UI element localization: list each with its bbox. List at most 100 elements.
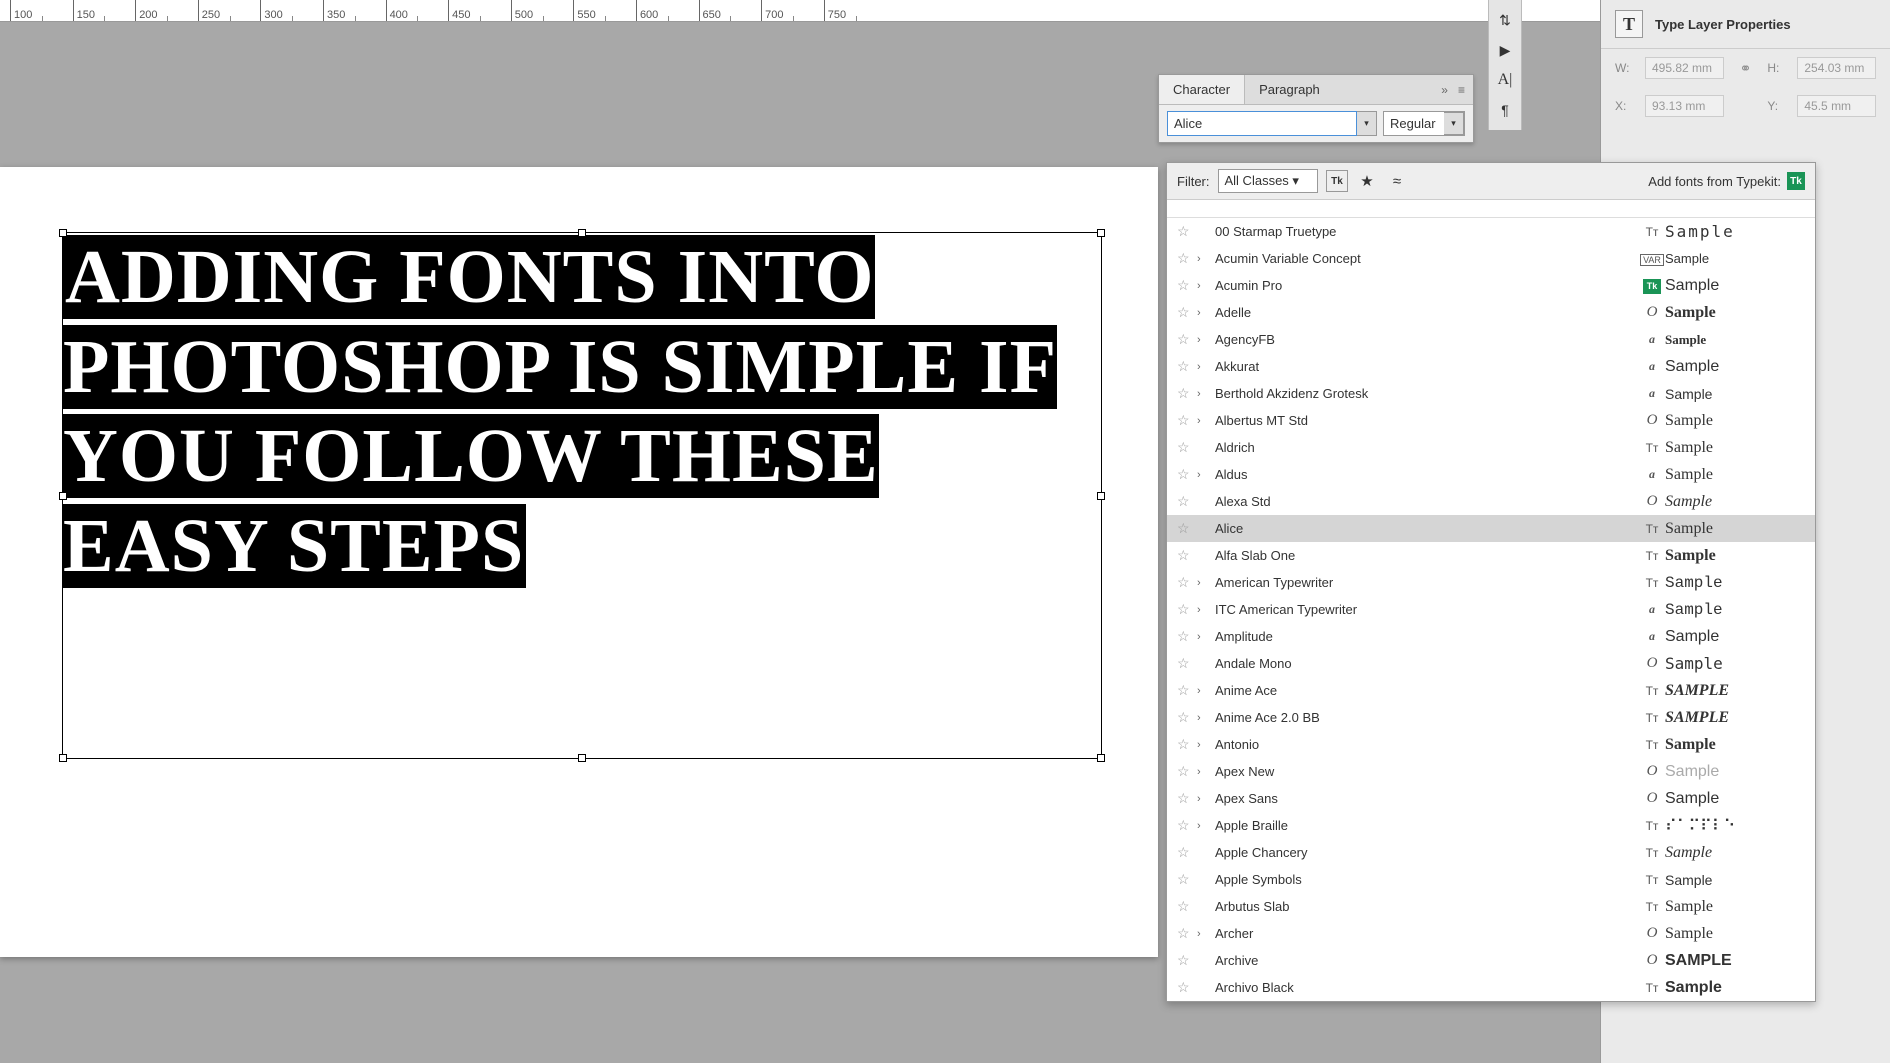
expand-chevron-icon[interactable]: ›: [1197, 469, 1211, 481]
expand-chevron-icon[interactable]: ›: [1197, 712, 1211, 724]
expand-chevron-icon[interactable]: ›: [1197, 793, 1211, 805]
favorite-star-icon[interactable]: ☆: [1177, 250, 1197, 267]
font-list-item[interactable]: ☆›AliceTᴛSample: [1167, 515, 1815, 542]
font-list-item[interactable]: ☆›00 Starmap TruetypeTᴛSample: [1167, 218, 1815, 245]
favorite-star-icon[interactable]: ☆: [1177, 304, 1197, 321]
expand-chevron-icon[interactable]: ›: [1197, 928, 1211, 940]
favorite-star-icon[interactable]: ☆: [1177, 898, 1197, 915]
text-content[interactable]: ADDING FONTS INTO PHOTOSHOP IS SIMPLE IF…: [63, 233, 1101, 592]
style-dropdown-button[interactable]: ▾: [1444, 112, 1464, 135]
font-list-item[interactable]: ☆›AntonioTᴛSample: [1167, 731, 1815, 758]
handle-top-center[interactable]: [578, 229, 586, 237]
link-dimensions-icon[interactable]: ⚭: [1736, 60, 1756, 77]
handle-bottom-center[interactable]: [578, 754, 586, 762]
expand-chevron-icon[interactable]: ›: [1197, 739, 1211, 751]
favorite-star-icon[interactable]: ☆: [1177, 574, 1197, 591]
expand-chevron-icon[interactable]: ›: [1197, 334, 1211, 346]
favorite-star-icon[interactable]: ☆: [1177, 358, 1197, 375]
expand-chevron-icon[interactable]: ›: [1197, 415, 1211, 427]
collapse-icon[interactable]: »: [1441, 83, 1448, 97]
font-list[interactable]: ☆›00 Starmap TruetypeTᴛSample☆›Acumin Va…: [1167, 218, 1815, 1001]
ai-icon[interactable]: A|: [1493, 68, 1517, 92]
favorite-star-icon[interactable]: ☆: [1177, 277, 1197, 294]
expand-chevron-icon[interactable]: ›: [1197, 280, 1211, 292]
y-value[interactable]: 45.5 mm: [1797, 95, 1876, 117]
favorite-star-icon[interactable]: ☆: [1177, 547, 1197, 564]
font-family-input[interactable]: [1167, 111, 1357, 136]
favorite-star-icon[interactable]: ☆: [1177, 601, 1197, 618]
font-list-item[interactable]: ☆›Anime AceTᴛSAMPLE: [1167, 677, 1815, 704]
paragraph-direction-icon[interactable]: ¶: [1493, 98, 1517, 122]
expand-chevron-icon[interactable]: ›: [1197, 388, 1211, 400]
font-list-item[interactable]: ☆›Andale MonoOSample: [1167, 650, 1815, 677]
favorite-star-icon[interactable]: ☆: [1177, 844, 1197, 861]
font-list-item[interactable]: ☆›Apex NewOSample: [1167, 758, 1815, 785]
expand-chevron-icon[interactable]: ›: [1197, 631, 1211, 643]
handle-bottom-right[interactable]: [1097, 754, 1105, 762]
document[interactable]: ADDING FONTS INTO PHOTOSHOP IS SIMPLE IF…: [0, 167, 1158, 957]
favorite-star-icon[interactable]: ☆: [1177, 412, 1197, 429]
font-list-item[interactable]: ☆›Alfa Slab OneTᴛSample: [1167, 542, 1815, 569]
font-list-item[interactable]: ☆›Archivo BlackTᴛSample: [1167, 974, 1815, 1001]
favorite-star-icon[interactable]: ☆: [1177, 871, 1197, 888]
favorite-star-icon[interactable]: ☆: [1177, 736, 1197, 753]
expand-chevron-icon[interactable]: ›: [1197, 820, 1211, 832]
toggle-icon[interactable]: ⇅: [1493, 8, 1517, 32]
font-list-item[interactable]: ☆›AkkurataSample: [1167, 353, 1815, 380]
filter-classes-select[interactable]: All Classes ▾: [1218, 169, 1318, 193]
font-list-item[interactable]: ☆›Alexa StdOSample: [1167, 488, 1815, 515]
font-list-item[interactable]: ☆›Apex SansOSample: [1167, 785, 1815, 812]
font-style-select[interactable]: Regular: [1384, 112, 1444, 135]
font-list-item[interactable]: ☆›Apple BrailleTᴛ⠎⠁⠍⠏⠇⠑: [1167, 812, 1815, 839]
font-list-item[interactable]: ☆›American TypewriterTᴛSample: [1167, 569, 1815, 596]
font-list-item[interactable]: ☆›Acumin Variable ConceptVARSample: [1167, 245, 1815, 272]
font-list-item[interactable]: ☆›Apple ChanceryTᴛSample: [1167, 839, 1815, 866]
favorite-star-icon[interactable]: ☆: [1177, 925, 1197, 942]
font-list-item[interactable]: ☆›ITC American TypewriteraSample: [1167, 596, 1815, 623]
font-list-item[interactable]: ☆›Apple SymbolsTᴛSample: [1167, 866, 1815, 893]
favorite-star-icon[interactable]: ☆: [1177, 520, 1197, 537]
font-list-item[interactable]: ☆›AmplitudeaSample: [1167, 623, 1815, 650]
similar-filter-icon[interactable]: ≈: [1386, 170, 1408, 192]
font-list-item[interactable]: ☆›AgencyFBaSample: [1167, 326, 1815, 353]
font-list-item[interactable]: ☆›Acumin ProTkSample: [1167, 272, 1815, 299]
width-value[interactable]: 495.82 mm: [1645, 57, 1724, 79]
favorite-star-icon[interactable]: ☆: [1177, 790, 1197, 807]
typekit-filter-icon[interactable]: Tk: [1326, 170, 1348, 192]
favorite-star-icon[interactable]: ☆: [1177, 331, 1197, 348]
expand-chevron-icon[interactable]: ›: [1197, 577, 1211, 589]
font-list-item[interactable]: ☆›AldusaSample: [1167, 461, 1815, 488]
panel-menu-icon[interactable]: ≡: [1458, 83, 1465, 97]
typekit-badge-icon[interactable]: Tk: [1787, 172, 1805, 190]
font-list-item[interactable]: ☆›ArcherOSample: [1167, 920, 1815, 947]
favorite-star-icon[interactable]: ☆: [1177, 979, 1197, 996]
favorite-star-icon[interactable]: ☆: [1177, 223, 1197, 240]
favorite-star-icon[interactable]: ☆: [1177, 817, 1197, 834]
expand-chevron-icon[interactable]: ›: [1197, 361, 1211, 373]
text-box[interactable]: ADDING FONTS INTO PHOTOSHOP IS SIMPLE IF…: [62, 232, 1102, 759]
favorites-filter-icon[interactable]: ★: [1356, 170, 1378, 192]
x-value[interactable]: 93.13 mm: [1645, 95, 1724, 117]
play-icon[interactable]: ▶: [1493, 38, 1517, 62]
expand-chevron-icon[interactable]: ›: [1197, 253, 1211, 265]
font-list-item[interactable]: ☆›Anime Ace 2.0 BBTᴛSAMPLE: [1167, 704, 1815, 731]
favorite-star-icon[interactable]: ☆: [1177, 466, 1197, 483]
tab-paragraph[interactable]: Paragraph: [1245, 75, 1334, 104]
favorite-star-icon[interactable]: ☆: [1177, 655, 1197, 672]
height-value[interactable]: 254.03 mm: [1797, 57, 1876, 79]
handle-top-left[interactable]: [59, 229, 67, 237]
favorite-star-icon[interactable]: ☆: [1177, 439, 1197, 456]
favorite-star-icon[interactable]: ☆: [1177, 709, 1197, 726]
favorite-star-icon[interactable]: ☆: [1177, 682, 1197, 699]
expand-chevron-icon[interactable]: ›: [1197, 307, 1211, 319]
handle-bottom-left[interactable]: [59, 754, 67, 762]
font-list-item[interactable]: ☆›ArchiveOSAMPLE: [1167, 947, 1815, 974]
handle-mid-right[interactable]: [1097, 492, 1105, 500]
expand-chevron-icon[interactable]: ›: [1197, 685, 1211, 697]
font-list-item[interactable]: ☆›Albertus MT StdOSample: [1167, 407, 1815, 434]
favorite-star-icon[interactable]: ☆: [1177, 385, 1197, 402]
expand-chevron-icon[interactable]: ›: [1197, 766, 1211, 778]
handle-mid-left[interactable]: [59, 492, 67, 500]
favorite-star-icon[interactable]: ☆: [1177, 628, 1197, 645]
tab-character[interactable]: Character: [1159, 75, 1245, 104]
